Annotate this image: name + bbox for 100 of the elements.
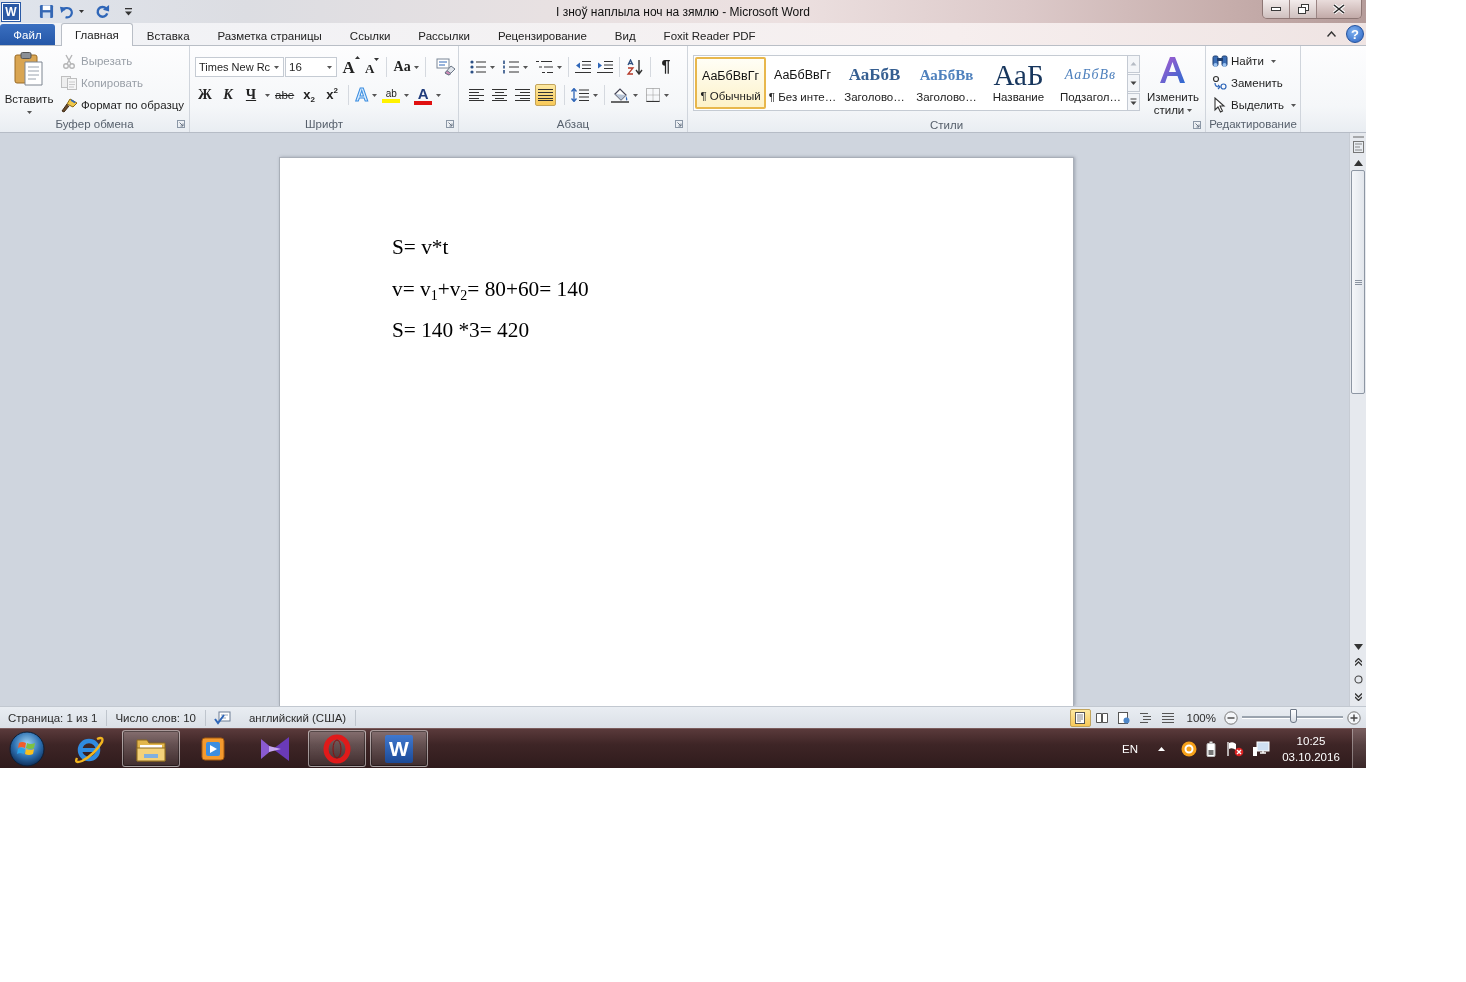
caret-icon[interactable] — [79, 10, 84, 13]
language-indicator[interactable]: EN — [1122, 742, 1138, 755]
find-button[interactable]: Найти — [1212, 50, 1300, 72]
spell-check-icon[interactable] — [213, 710, 232, 725]
scroll-down-icon[interactable] — [1127, 74, 1140, 92]
alignment-button[interactable] — [535, 84, 556, 106]
caret-icon[interactable] — [26, 111, 32, 114]
caret-icon[interactable] — [490, 65, 495, 69]
next-page-icon[interactable] — [1354, 693, 1362, 701]
scroll-up-icon[interactable] — [1353, 160, 1363, 166]
subscript-button[interactable]: x$_{2}$ — [299, 84, 320, 106]
ribbon-tab[interactable]: Вид — [600, 24, 650, 46]
undo-icon[interactable] — [59, 4, 74, 19]
close-button[interactable] — [1317, 0, 1361, 18]
underline-button[interactable]: Ч — [241, 84, 261, 106]
zoom-out-icon[interactable] — [1224, 710, 1238, 725]
ribbon-tab[interactable]: Foxit Reader PDF — [649, 24, 770, 46]
language-indicator[interactable]: английский (США) — [240, 709, 357, 726]
grow-font-button[interactable]: A — [342, 56, 361, 78]
highlight-button[interactable]: ab — [382, 84, 410, 106]
taskbar-button[interactable] — [122, 730, 180, 767]
previous-page-icon[interactable] — [1354, 658, 1362, 666]
scrollbar-thumb[interactable] — [1351, 170, 1365, 394]
style-item[interactable]: АаБбВв Подзагол… — [1055, 57, 1126, 109]
line-spacing-icon[interactable] — [571, 88, 589, 102]
ribbon-tab[interactable]: Рецензирование — [484, 24, 601, 46]
ribbon-tab[interactable]: Главная — [61, 23, 133, 46]
word-count[interactable]: Число слов: 10 — [107, 709, 206, 726]
borders-icon[interactable] — [646, 88, 660, 102]
replace-button[interactable]: Заменить — [1212, 72, 1300, 94]
sort-icon[interactable] — [626, 59, 644, 75]
collapse-ribbon-icon[interactable] — [1327, 31, 1336, 37]
paint-bucket-icon[interactable] — [611, 87, 629, 103]
numbered-list-icon[interactable] — [503, 60, 519, 74]
format-painter-button[interactable]: Формат по образцу — [58, 94, 185, 116]
caret-icon[interactable] — [557, 65, 562, 69]
justify-icon — [538, 89, 553, 101]
save-icon[interactable] — [39, 4, 54, 19]
page-count[interactable]: Страница: 1 из 1 — [0, 709, 108, 726]
style-item[interactable]: АаБбВв Заголово… — [911, 57, 982, 109]
dialog-launcher-icon[interactable] — [675, 120, 683, 128]
ribbon-tab[interactable]: Рассылки — [404, 24, 484, 46]
style-item[interactable]: АаБ Название — [983, 57, 1054, 109]
style-item[interactable]: АаБбВ Заголово… — [839, 57, 910, 109]
show-marks-button[interactable]: ¶ — [657, 56, 675, 78]
caret-icon[interactable] — [664, 93, 669, 97]
caret-icon[interactable] — [633, 93, 638, 97]
app-logo[interactable]: W — [2, 2, 20, 21]
customize-menu-icon[interactable] — [125, 7, 132, 16]
font-color-button[interactable]: A — [414, 84, 442, 106]
bulleted-list-icon[interactable] — [470, 60, 486, 74]
caret-icon[interactable] — [523, 65, 528, 69]
change-styles-button[interactable]: Изменить стили — [1142, 55, 1204, 117]
zoom-in-icon[interactable] — [1347, 710, 1361, 725]
battery-icon[interactable] — [1206, 740, 1216, 757]
taskbar-button[interactable]: W — [370, 730, 428, 767]
ruler-icon[interactable] — [1351, 136, 1365, 154]
file-tab[interactable]: Файл — [0, 24, 55, 45]
restore-button[interactable] — [1290, 0, 1317, 18]
caret-icon[interactable] — [265, 93, 270, 97]
bold-button[interactable]: Ж — [195, 84, 215, 106]
scroll-down-icon[interactable] — [1353, 644, 1363, 650]
browse-object-icon[interactable] — [1353, 675, 1363, 684]
slider-thumb[interactable] — [1289, 709, 1297, 723]
show-desktop-button[interactable] — [1352, 728, 1366, 768]
caret-icon[interactable] — [593, 93, 598, 97]
ribbon-tab[interactable]: Ссылки — [335, 24, 405, 46]
dialog-launcher-icon[interactable] — [1193, 121, 1201, 129]
increase-indent-icon[interactable] — [597, 60, 613, 74]
font-size-field[interactable]: 16 — [285, 57, 338, 77]
flag-icon[interactable] — [1226, 740, 1244, 757]
round-app-icon[interactable] — [1181, 740, 1197, 757]
shrink-font-button[interactable]: A — [364, 56, 381, 78]
redo-icon[interactable] — [95, 4, 110, 19]
eraser-icon[interactable] — [436, 58, 457, 76]
taskbar-button[interactable] — [308, 730, 366, 767]
style-item[interactable]: АаБбВвГг ¶ Без инте… — [767, 57, 838, 109]
monitor-icon[interactable] — [1252, 740, 1270, 757]
more-styles-icon[interactable] — [1127, 93, 1140, 111]
paste-button[interactable]: Вставить — [3, 50, 55, 116]
zoom-level-button[interactable]: 100% — [1186, 711, 1216, 724]
strikethrough-button[interactable]: abe — [273, 84, 297, 106]
dialog-launcher-icon[interactable] — [446, 120, 454, 128]
up-arrow-icon[interactable] — [1158, 746, 1165, 751]
clock[interactable]: 10:25 03.10.2016 — [1282, 732, 1340, 765]
superscript-button[interactable]: x$^{2}$ — [322, 84, 343, 106]
dialog-launcher-icon[interactable] — [177, 120, 185, 128]
multilevel-list-icon[interactable] — [536, 60, 553, 74]
italic-button[interactable]: К — [218, 84, 238, 106]
select-button[interactable]: Выделить — [1212, 94, 1300, 116]
style-item[interactable]: АаБбВвГг ¶ Обычный — [695, 57, 766, 109]
ribbon-tab[interactable]: Разметка страницы — [203, 24, 336, 46]
font-name-field[interactable]: Times New Rc — [195, 57, 285, 77]
change-case-button[interactable]: Aa — [393, 56, 420, 78]
caret-icon[interactable] — [327, 65, 333, 69]
caret-icon[interactable] — [274, 65, 280, 69]
minimize-button[interactable] — [1263, 0, 1290, 18]
decrease-indent-icon[interactable] — [575, 60, 591, 74]
view-button[interactable] — [1069, 708, 1091, 727]
ribbon-tab[interactable]: Вставка — [132, 24, 204, 46]
